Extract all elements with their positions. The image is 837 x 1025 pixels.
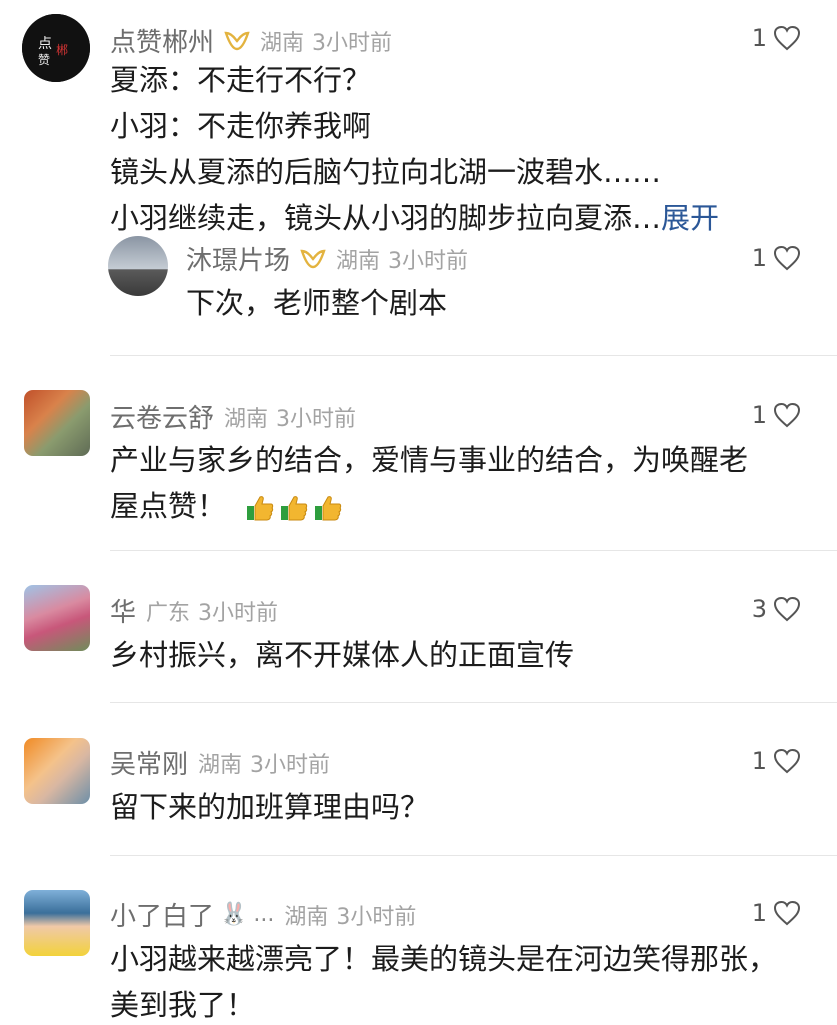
user-name[interactable]: 小了白了 xyxy=(110,896,214,933)
location: 湖南 xyxy=(260,30,305,56)
avatar[interactable] xyxy=(24,738,90,804)
heart-icon xyxy=(773,900,801,926)
rabbit-icon: 🐰 xyxy=(220,902,248,927)
like-button[interactable]: 1 xyxy=(752,401,801,429)
divider xyxy=(110,702,837,703)
location: 湖南 xyxy=(224,406,269,432)
user-name[interactable]: 吴常刚 xyxy=(110,744,188,781)
timestamp: 3小时前 xyxy=(312,30,393,56)
comment-line: 小羽越来越漂亮了！最美的镜头是在河边笑得那张， xyxy=(110,942,778,976)
comment-line: 夏添：不走行不行？ xyxy=(110,63,372,97)
svg-text:赞: 赞 xyxy=(38,53,50,67)
location: 湖南 xyxy=(198,752,243,778)
comment-text: 乡村振兴，离不开媒体人的正面宣传 xyxy=(110,638,575,672)
comment-line: 美到我了！ xyxy=(110,988,256,1022)
comment-line: 屋点赞！ xyxy=(110,486,748,526)
user-name[interactable]: 点赞郴州 xyxy=(110,22,214,59)
timestamp: 3小时前 xyxy=(336,904,417,930)
like-count: 1 xyxy=(751,899,767,927)
heart-icon xyxy=(773,402,801,428)
comment-line: 镜头从夏添的后脑勺拉向北湖一波碧水…… xyxy=(110,155,662,189)
comment-text: 产业与家乡的结合，爱情与事业的结合，为唤醒老 屋点赞！ xyxy=(110,440,748,526)
user-name[interactable]: 华 xyxy=(110,592,136,629)
like-count: 1 xyxy=(751,747,767,775)
heart-icon xyxy=(773,25,801,51)
like-count: 3 xyxy=(751,595,767,623)
svg-text:郴: 郴 xyxy=(56,43,68,57)
like-count: 1 xyxy=(751,401,767,429)
location: 湖南 xyxy=(284,904,329,930)
like-count: 1 xyxy=(751,244,767,272)
expand-link[interactable]: 展开 xyxy=(661,201,719,235)
user-name[interactable]: 云卷云舒 xyxy=(110,398,214,435)
heart-icon xyxy=(773,596,801,622)
thumbs-up-icon xyxy=(247,496,274,521)
location: 广东 xyxy=(146,600,191,626)
like-button[interactable]: 1 xyxy=(752,244,801,272)
creator-badge-icon xyxy=(300,249,326,268)
emoji-group xyxy=(245,493,347,523)
divider xyxy=(110,855,837,856)
timestamp: 3小时前 xyxy=(198,600,279,626)
like-button[interactable]: 1 xyxy=(752,747,801,775)
timestamp: 3小时前 xyxy=(250,752,331,778)
avatar[interactable] xyxy=(24,585,90,651)
timestamp: 3小时前 xyxy=(388,248,469,274)
thumbs-up-icon xyxy=(315,496,342,521)
like-button[interactable]: 3 xyxy=(752,595,801,623)
reply-text: 下次，老师整个剧本 xyxy=(186,286,448,320)
like-button[interactable]: 1 xyxy=(752,899,801,927)
divider xyxy=(110,355,837,356)
comment-text: 小羽越来越漂亮了！最美的镜头是在河边笑得那张， 美到我了！ xyxy=(110,939,777,1025)
thumbs-up-icon xyxy=(281,496,308,521)
location: 湖南 xyxy=(336,248,381,274)
ellipsis: ... xyxy=(253,902,275,927)
creator-badge-icon xyxy=(224,31,250,50)
comment-line-text: 小羽继续走，镜头从小羽的脚步拉向夏添… xyxy=(110,201,662,235)
avatar[interactable]: 点 赞 郴 xyxy=(22,14,90,82)
comment-line-text: 屋点赞！ xyxy=(110,489,227,523)
like-count: 1 xyxy=(751,24,767,52)
timestamp: 3小时前 xyxy=(276,406,357,432)
comment-text: 夏添：不走行不行？ 小羽：不走你养我啊 镜头从夏添的后脑勺拉向北湖一波碧水…… … xyxy=(110,60,719,238)
comment-line: 产业与家乡的结合，爱情与事业的结合，为唤醒老 xyxy=(110,443,749,477)
avatar[interactable] xyxy=(24,890,90,956)
comment-text: 留下来的加班算理由吗？ xyxy=(110,790,430,824)
svg-text:点: 点 xyxy=(38,36,52,52)
divider xyxy=(110,550,837,551)
like-button[interactable]: 1 xyxy=(752,24,801,52)
avatar[interactable] xyxy=(24,390,90,456)
heart-icon xyxy=(773,245,801,271)
heart-icon xyxy=(773,748,801,774)
reply-avatar[interactable] xyxy=(108,236,168,296)
reply-user-name[interactable]: 沐璟片场 xyxy=(186,240,290,277)
comment-line: 小羽继续走，镜头从小羽的脚步拉向夏添…展开 xyxy=(110,198,719,238)
comment-line: 小羽：不走你养我啊 xyxy=(110,109,372,143)
